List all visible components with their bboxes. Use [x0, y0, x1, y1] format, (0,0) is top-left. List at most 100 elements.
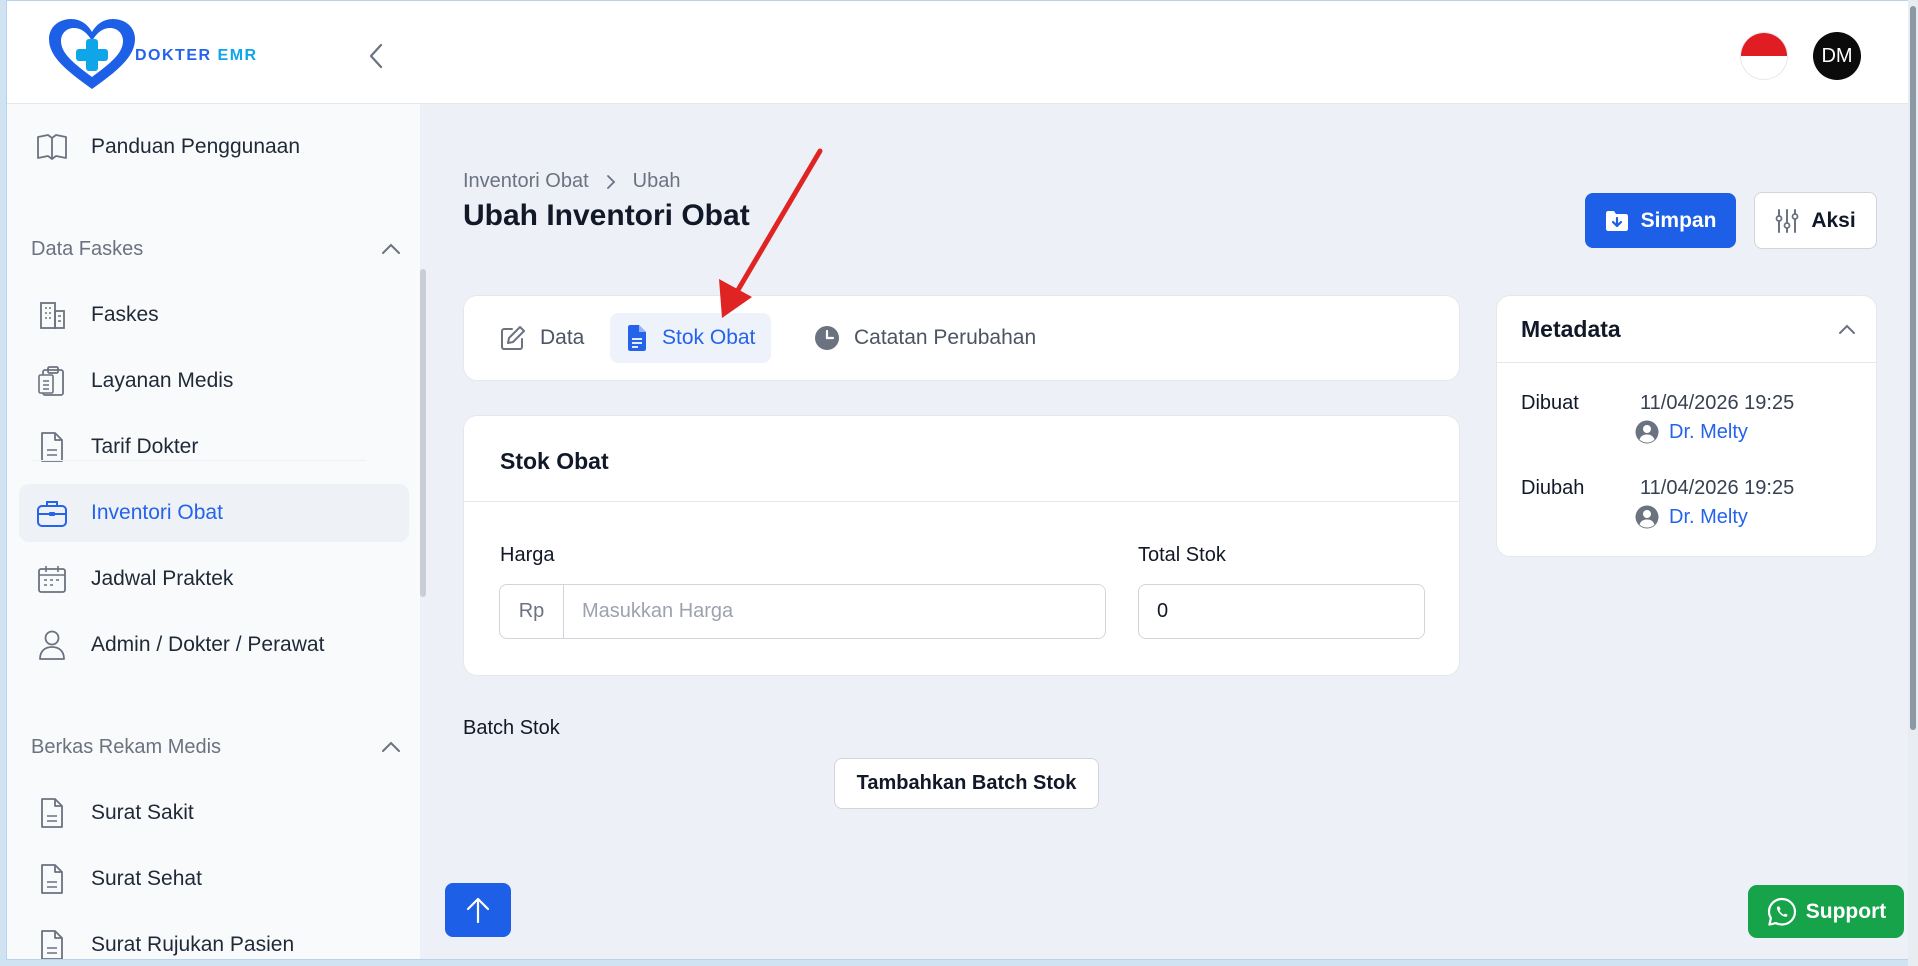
chevron-right-icon: [605, 174, 617, 190]
sidebar-item-label: Inventori Obat: [91, 501, 223, 524]
sidebar: Panduan Penggunaan Data Faskes Faskes La…: [7, 104, 420, 959]
sidebar-item-jadwal-praktek[interactable]: Jadwal Praktek: [19, 550, 409, 608]
metadata-key: Diubah: [1521, 477, 1585, 499]
stok-obat-card: Stok Obat Harga Rp Total Stok: [463, 415, 1460, 676]
user-icon: [35, 628, 69, 662]
tab-catatan-perubahan[interactable]: Catatan Perubahan: [798, 313, 1052, 363]
brand-logo-icon[interactable]: [47, 19, 137, 93]
sidebar-scrollbar[interactable]: [420, 269, 426, 597]
sliders-icon: [1775, 208, 1799, 234]
actions-button-label: Aksi: [1811, 208, 1856, 232]
metadata-header: Metadata: [1521, 316, 1856, 343]
edit-icon: [500, 325, 526, 351]
divider: [464, 501, 1459, 502]
breadcrumb-parent[interactable]: Inventori Obat: [463, 170, 589, 193]
sidebar-item-label: Panduan Penggunaan: [91, 135, 301, 158]
tab-stok-obat[interactable]: Stok Obat: [610, 313, 772, 363]
metadata-user-link[interactable]: Dr. Melty: [1635, 420, 1748, 444]
metadata-key: Dibuat: [1521, 392, 1579, 414]
breadcrumb-current: Ubah: [632, 170, 681, 192]
total-stok-label: Total Stok: [1138, 544, 1226, 566]
section-title: Data Faskes: [31, 237, 144, 260]
section-berkas-rekam-medis[interactable]: Berkas Rekam Medis: [31, 732, 401, 762]
sidebar-item-label: Jadwal Praktek: [91, 567, 234, 590]
sidebar-item-surat-rujukan[interactable]: Surat Rujukan Pasien: [19, 916, 409, 959]
metadata-row-dibuat: Dibuat 11/04/2026 19:25 Dr. Melty: [1521, 392, 1856, 462]
sidebar-item-label: Admin / Dokter / Perawat: [91, 633, 325, 656]
document-icon: [35, 430, 69, 464]
batch-stok-label: Batch Stok: [463, 717, 560, 739]
add-batch-stok-button[interactable]: Tambahkan Batch Stok: [834, 758, 1099, 809]
tab-data[interactable]: Data: [484, 313, 600, 363]
sidebar-item-panduan[interactable]: Panduan Penggunaan: [19, 118, 409, 176]
metadata-user: Dr. Melty: [1669, 505, 1748, 528]
building-icon: [35, 298, 69, 332]
chevron-up-icon: [382, 243, 400, 254]
card-title: Stok Obat: [500, 448, 609, 474]
sidebar-item-tarif-dokter[interactable]: Tarif Dokter: [19, 418, 409, 476]
chevron-up-icon: [382, 741, 400, 752]
chevron-left-icon: [369, 43, 383, 69]
folder-download-icon: [1605, 210, 1629, 232]
document-icon: [35, 796, 69, 830]
whatsapp-icon: [1766, 896, 1798, 928]
sidebar-item-label: Surat Sehat: [91, 867, 202, 890]
user-circle-icon: [1635, 420, 1659, 444]
sidebar-item-label: Surat Sakit: [91, 801, 194, 824]
top-header: DOKTER EMR DM: [7, 1, 1911, 104]
divider: [31, 460, 366, 461]
chevron-up-icon[interactable]: [1838, 324, 1856, 335]
harga-field: Rp: [499, 584, 1106, 639]
clipboard-icon: [35, 364, 69, 398]
indonesia-flag-icon[interactable]: [1740, 32, 1788, 80]
user-avatar[interactable]: DM: [1813, 32, 1861, 80]
sidebar-item-label: Layanan Medis: [91, 369, 234, 392]
tab-label: Data: [540, 326, 585, 349]
tab-label: Stok Obat: [662, 326, 756, 349]
sidebar-item-layanan-medis[interactable]: Layanan Medis: [19, 352, 409, 410]
page-scrollbar[interactable]: [1908, 0, 1918, 966]
metadata-time: 11/04/2026 19:25: [1640, 477, 1795, 499]
support-label: Support: [1805, 899, 1887, 923]
sidebar-item-faskes[interactable]: Faskes: [19, 286, 409, 344]
metadata-time: 11/04/2026 19:25: [1640, 392, 1795, 414]
book-icon: [35, 130, 69, 164]
page-title: Ubah Inventori Obat: [463, 199, 750, 232]
sidebar-item-surat-sehat[interactable]: Surat Sehat: [19, 850, 409, 908]
metadata-row-diubah: Diubah 11/04/2026 19:25 Dr. Melty: [1521, 477, 1856, 547]
briefcase-icon: [35, 496, 69, 530]
sidebar-item-inventori-obat[interactable]: Inventori Obat: [19, 484, 409, 542]
metadata-card: Metadata Dibuat 11/04/2026 19:25 Dr. Mel…: [1496, 295, 1877, 557]
sidebar-item-label: Faskes: [91, 303, 159, 326]
support-button[interactable]: Support: [1748, 885, 1904, 938]
sidebar-item-admin-dokter-perawat[interactable]: Admin / Dokter / Perawat: [19, 616, 409, 674]
save-button-label: Simpan: [1640, 208, 1717, 232]
total-stok-input[interactable]: [1138, 584, 1425, 639]
user-circle-icon: [1635, 505, 1659, 529]
harga-label: Harga: [500, 544, 555, 566]
file-icon: [626, 324, 648, 352]
section-data-faskes[interactable]: Data Faskes: [31, 234, 401, 264]
document-icon: [35, 862, 69, 896]
section-title: Berkas Rekam Medis: [31, 735, 222, 758]
document-icon: [35, 928, 69, 959]
brand-name: DOKTER EMR: [135, 47, 258, 65]
clock-icon: [814, 325, 840, 351]
save-button[interactable]: Simpan: [1585, 193, 1736, 248]
collapse-sidebar-button[interactable]: [362, 41, 392, 71]
sidebar-item-surat-sakit[interactable]: Surat Sakit: [19, 784, 409, 842]
calendar-icon: [35, 562, 69, 596]
harga-input[interactable]: [564, 585, 1105, 638]
tab-label: Catatan Perubahan: [854, 326, 1037, 349]
brand-name-part2: EMR: [217, 47, 258, 64]
sidebar-item-label: Tarif Dokter: [91, 435, 199, 458]
metadata-title: Metadata: [1521, 316, 1621, 342]
metadata-user-link[interactable]: Dr. Melty: [1635, 505, 1748, 529]
sidebar-item-label: Surat Rujukan Pasien: [91, 933, 295, 956]
scroll-to-top-button[interactable]: [445, 883, 511, 937]
page-scrollbar-thumb[interactable]: [1910, 6, 1916, 730]
actions-button[interactable]: Aksi: [1754, 192, 1877, 249]
brand-name-part1: DOKTER: [135, 47, 212, 64]
breadcrumb: Inventori Obat Ubah: [463, 170, 680, 193]
app-window: DOKTER EMR DM Panduan Penggunaan Data Fa…: [6, 0, 1912, 960]
